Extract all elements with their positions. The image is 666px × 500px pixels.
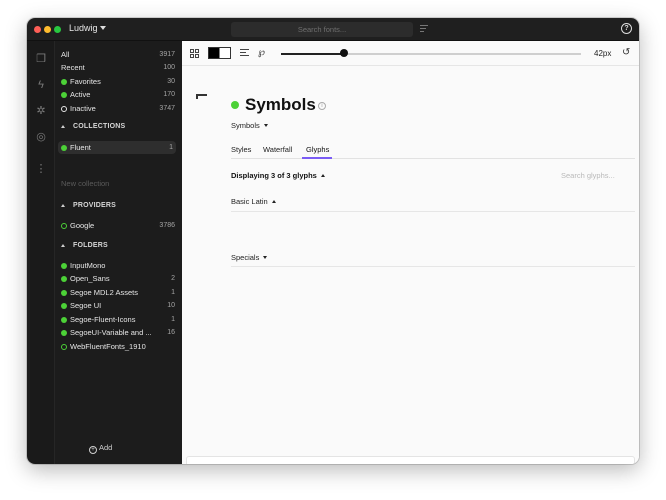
chevron-down-icon[interactable]: [100, 26, 106, 30]
color-swatch-button[interactable]: [208, 47, 231, 59]
main-panel: ℘ 42px ↺ Symbols i Symbols Styles Waterf…: [182, 41, 639, 464]
collections-heading[interactable]: COLLECTIONS: [61, 121, 175, 133]
active-dot-icon: [61, 145, 67, 151]
tab-bar: Styles Waterfall Glyphs: [231, 143, 635, 159]
zoom-window-button[interactable]: [54, 26, 61, 33]
app-name-menu[interactable]: Ludwig: [69, 23, 98, 33]
chevron-down-icon: [263, 124, 268, 127]
reset-icon[interactable]: ↺: [622, 47, 630, 58]
section-basic-latin[interactable]: Basic Latin: [231, 197, 635, 206]
search-fonts-input[interactable]: Search fonts...: [231, 22, 413, 37]
font-title: Symbols: [245, 95, 316, 114]
chevron-down-icon: [263, 256, 268, 259]
grid-view-icon[interactable]: [190, 49, 199, 58]
section-specials[interactable]: Specials: [231, 253, 635, 262]
active-tab-indicator: [302, 157, 332, 159]
sidebar-item-fluent[interactable]: Fluent 1: [58, 141, 176, 154]
preview-text-input[interactable]: a: [193, 463, 197, 464]
divider: [231, 266, 635, 267]
sidebar: All 3917 Recent 100 Favorites 30 Active …: [55, 41, 182, 464]
close-window-button[interactable]: [34, 26, 41, 33]
tab-glyphs[interactable]: Glyphs: [306, 145, 329, 154]
add-button[interactable]: + Add: [89, 443, 112, 454]
active-status-dot[interactable]: [231, 101, 239, 109]
help-icon[interactable]: ?: [621, 23, 632, 34]
glyph-count-toggle[interactable]: Displaying 3 of 3 glyphs: [231, 171, 325, 180]
font-size-readout: 42px: [594, 49, 612, 58]
style-dropdown[interactable]: Symbols: [231, 121, 268, 130]
preview-text-bar[interactable]: a: [186, 456, 635, 464]
titlebar: Ludwig Search fonts... ?: [27, 18, 639, 41]
active-dot-icon: [61, 79, 67, 85]
inactive-ring-icon: [61, 106, 67, 112]
app-window: Ludwig Search fonts... ? ❒ ϟ ✲ ◎ ⋮ All 3…: [27, 18, 639, 464]
minimize-window-button[interactable]: [44, 26, 51, 33]
more-icon[interactable]: ⋮: [35, 163, 47, 175]
plus-icon: +: [89, 446, 97, 454]
back-arrow-icon[interactable]: [196, 94, 208, 102]
library-icon[interactable]: ❒: [35, 53, 47, 65]
collapse-triangle-icon: [61, 125, 65, 128]
font-size-slider-fill: [281, 53, 344, 55]
sidebar-item-active[interactable]: Active 170: [61, 88, 175, 101]
lightning-icon[interactable]: ϟ: [35, 79, 47, 91]
sidebar-item-all[interactable]: All 3917: [61, 48, 175, 61]
text-align-icon[interactable]: [240, 49, 249, 58]
divider: [231, 211, 635, 212]
toolbar: ℘ 42px ↺: [182, 41, 639, 66]
filter-icon[interactable]: [420, 25, 428, 34]
sidebar-item-recent[interactable]: Recent 100: [61, 61, 175, 74]
broadcast-icon[interactable]: ◎: [35, 131, 47, 143]
tab-styles[interactable]: Styles: [231, 145, 251, 154]
sidebar-item-favorites[interactable]: Favorites 30: [61, 75, 175, 88]
gear-icon[interactable]: ✲: [35, 105, 47, 117]
chevron-up-icon: [271, 200, 276, 203]
glyph-mode-icon[interactable]: ℘: [258, 47, 265, 58]
icon-rail: ❒ ϟ ✲ ◎ ⋮: [27, 41, 55, 464]
info-icon[interactable]: i: [318, 102, 326, 110]
font-size-slider-handle[interactable]: [340, 49, 348, 57]
chevron-up-icon: [320, 174, 325, 177]
sidebar-item-inactive[interactable]: Inactive 3747: [61, 102, 175, 115]
tab-waterfall[interactable]: Waterfall: [263, 145, 292, 154]
search-glyphs-input[interactable]: Search glyphs...: [561, 171, 615, 180]
new-collection-input[interactable]: New collection: [61, 179, 109, 188]
active-dot-icon: [61, 92, 67, 98]
